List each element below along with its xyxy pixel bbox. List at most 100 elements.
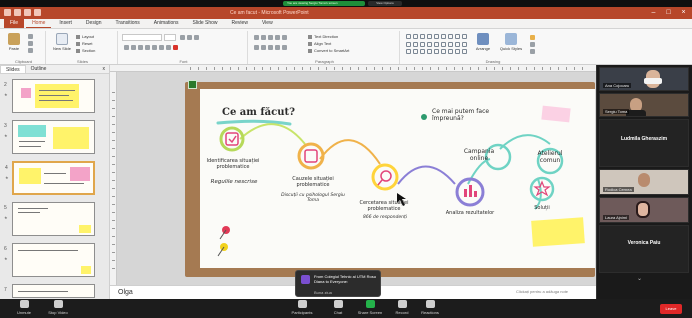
tab-animations[interactable]: Animations <box>148 19 185 28</box>
bullets-icon[interactable] <box>254 35 259 40</box>
slide-thumbnail[interactable]: 2 ★ <box>4 79 95 113</box>
quick-styles-button[interactable]: Quick Styles <box>498 33 524 51</box>
section-button[interactable]: Section <box>76 48 95 53</box>
tab-transitions[interactable]: Transitions <box>110 19 146 28</box>
spacing-icon[interactable] <box>159 45 164 50</box>
tab-outline[interactable]: Outline <box>26 65 52 73</box>
font-grow-tools <box>180 35 199 40</box>
align-text-button[interactable]: Align Text <box>308 41 331 46</box>
drawing-group: Arrange Quick Styles Drawing <box>402 31 584 64</box>
line-spacing-icon[interactable] <box>282 35 287 40</box>
change-case-icon[interactable] <box>166 45 171 50</box>
tab-file[interactable]: File <box>4 19 25 28</box>
tab-home[interactable]: Home <box>26 19 52 28</box>
tab-design[interactable]: Design <box>80 19 108 28</box>
font-color-icon[interactable] <box>173 45 178 50</box>
slide-thumbnail[interactable]: 6 ★ <box>4 243 95 277</box>
align-left-icon[interactable] <box>254 45 259 50</box>
underline-icon[interactable] <box>138 45 143 50</box>
grow-font-icon[interactable] <box>180 35 185 40</box>
tab-slides[interactable]: Slides <box>0 65 26 73</box>
stop-video-button[interactable]: Stop Video <box>38 300 78 315</box>
shapes-gallery[interactable] <box>406 34 467 56</box>
smartart-button[interactable]: Convert to SmartArt <box>308 48 349 53</box>
format-painter-icon[interactable] <box>28 48 33 53</box>
smartart-icon <box>308 48 312 53</box>
text-direction-button[interactable]: Text Direction <box>308 34 338 39</box>
slide-thumbnail[interactable]: 3 ★ <box>4 120 95 154</box>
name-tile[interactable]: Ludmila Gheraszim <box>599 119 689 167</box>
reactions-button[interactable]: Reactions <box>410 300 450 315</box>
chat-message: Buna ziua <box>314 290 332 295</box>
shadow-icon[interactable] <box>152 45 157 50</box>
chat-icon <box>333 300 343 308</box>
font-size-select[interactable] <box>164 34 176 41</box>
font-style-tools <box>124 45 178 50</box>
redo-icon[interactable] <box>34 9 41 16</box>
new-slide-icon <box>56 33 68 45</box>
decrease-indent-icon[interactable] <box>268 35 273 40</box>
paste-icon <box>8 33 20 45</box>
chat-avatar-icon <box>301 275 310 284</box>
undo-icon[interactable] <box>24 9 31 16</box>
align-right-icon[interactable] <box>268 45 273 50</box>
close-icon[interactable]: × <box>679 8 688 17</box>
view-options-button[interactable]: View Options <box>368 1 402 6</box>
panel-close-icon[interactable]: x <box>98 65 110 73</box>
paste-button[interactable]: Paste <box>5 33 23 51</box>
name-tile[interactable]: Veronica Paiu <box>599 225 689 273</box>
slide-thumbnail[interactable]: 7 <box>4 284 95 298</box>
columns-icon[interactable] <box>282 45 287 50</box>
tab-view[interactable]: View <box>256 19 279 28</box>
minimize-icon[interactable]: – <box>649 8 658 17</box>
video-tile[interactable]: Sergiu Toma <box>599 93 689 117</box>
save-icon[interactable] <box>14 9 21 16</box>
video-tile[interactable]: Laura Ajnimi <box>599 197 689 223</box>
align-center-icon[interactable] <box>261 45 266 50</box>
step-circle <box>297 142 325 170</box>
strikethrough-icon[interactable] <box>145 45 150 50</box>
slide-thumbnail[interactable]: 5 ★ <box>4 202 95 236</box>
font-group: Font <box>120 31 248 64</box>
reactions-icon <box>425 300 435 308</box>
slide-thumbnail-selected[interactable]: 4 ★ <box>5 161 95 195</box>
tab-slide-show[interactable]: Slide Show <box>187 19 224 28</box>
shrink-font-icon[interactable] <box>187 35 192 40</box>
slide-thumbnail-panel: Slides Outline x 2 ★ 3 ★ 4 ★ 5 ★ 6 ★ 7 <box>0 65 110 299</box>
leave-button[interactable]: Leave <box>660 304 682 314</box>
cut-icon[interactable] <box>28 34 33 39</box>
step-label: Identificarea situației problematice <box>206 158 260 170</box>
chevron-down-icon[interactable]: ⌄ <box>637 275 642 282</box>
new-slide-button[interactable]: New Slide <box>52 33 72 51</box>
step-label: Analiza rezultatelor <box>445 210 495 216</box>
justify-icon[interactable] <box>275 45 280 50</box>
tab-insert[interactable]: Insert <box>53 19 78 28</box>
object-handle-icon[interactable] <box>188 80 197 89</box>
clear-format-icon[interactable] <box>194 35 199 40</box>
step-label: Cercetarea situației problematice <box>359 200 409 212</box>
group-label-slides: Slides <box>77 59 88 64</box>
shape-fill-icon[interactable] <box>530 35 535 40</box>
slide-canvas[interactable]: Ce am făcut? Ce mai putem face împreună?… <box>200 89 595 268</box>
reset-button[interactable]: Reset <box>76 41 92 46</box>
shape-effects-icon[interactable] <box>530 49 535 54</box>
layout-button[interactable]: Layout <box>76 34 94 39</box>
increase-indent-icon[interactable] <box>275 35 280 40</box>
video-tile[interactable]: Ana Cojocaru <box>599 67 689 91</box>
font-family-select[interactable] <box>122 34 162 41</box>
italic-icon[interactable] <box>131 45 136 50</box>
screen-share-banner[interactable]: You are viewing Sergiu Toma's screen <box>283 1 365 6</box>
chat-notification[interactable]: From Colegiul Tehnic al UTM Rosu Diana t… <box>295 270 381 297</box>
participant-name: Rodica Cernea <box>603 187 634 192</box>
document-title: Ce am facut - Microsoft PowerPoint <box>230 10 309 16</box>
shape-outline-icon[interactable] <box>530 42 535 47</box>
bold-icon[interactable] <box>124 45 129 50</box>
step-label: Cauzele situației problematice <box>292 176 334 188</box>
arrange-button[interactable]: Arrange <box>472 33 494 51</box>
copy-icon[interactable] <box>28 41 33 46</box>
numbering-icon[interactable] <box>261 35 266 40</box>
participants-button[interactable]: Participants <box>282 300 322 315</box>
tab-review[interactable]: Review <box>226 19 254 28</box>
maximize-icon[interactable]: □ <box>664 8 673 17</box>
video-tile[interactable]: Rodica Cernea <box>599 169 689 195</box>
